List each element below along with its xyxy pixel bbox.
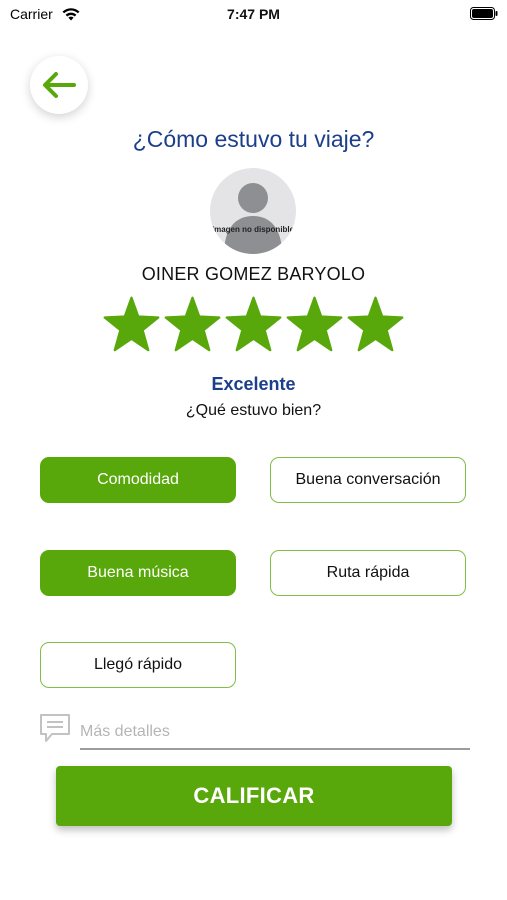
arrow-left-icon — [43, 72, 76, 98]
submit-rating-button[interactable]: CALIFICAR — [56, 766, 452, 826]
clock-time: 7:47 PM — [227, 6, 280, 22]
page-title: ¿Cómo estuvo tu viaje? — [132, 126, 375, 152]
star-icon[interactable] — [225, 296, 282, 353]
person-silhouette-icon — [224, 183, 282, 254]
avatar: Imagen no disponible — [210, 168, 296, 254]
feedback-question: ¿Qué estuvo bien? — [185, 402, 322, 419]
back-button[interactable] — [30, 56, 88, 114]
option-chip-buena-musica[interactable]: Buena música — [40, 550, 236, 596]
option-chip-llego-rapido[interactable]: Llegó rápido — [40, 642, 236, 688]
star-rating — [103, 296, 405, 354]
comment-icon — [40, 714, 70, 742]
battery-icon — [470, 7, 498, 20]
star-icon[interactable] — [286, 296, 343, 353]
star-icon[interactable] — [103, 296, 160, 353]
rating-label: Excelente — [211, 374, 296, 394]
avatar-placeholder-text: Imagen no disponible — [211, 225, 295, 234]
driver-name: OINER GOMEZ BARYOLO — [141, 264, 366, 284]
option-chip-comodidad[interactable]: Comodidad — [40, 457, 236, 503]
star-icon[interactable] — [347, 296, 404, 353]
details-input[interactable] — [80, 716, 470, 750]
status-bar: Carrier 7:47 PM — [0, 0, 507, 30]
option-chip-ruta-rapida[interactable]: Ruta rápida — [270, 550, 466, 596]
option-chip-buena-conversacion[interactable]: Buena conversación — [270, 457, 466, 503]
star-icon[interactable] — [164, 296, 221, 353]
